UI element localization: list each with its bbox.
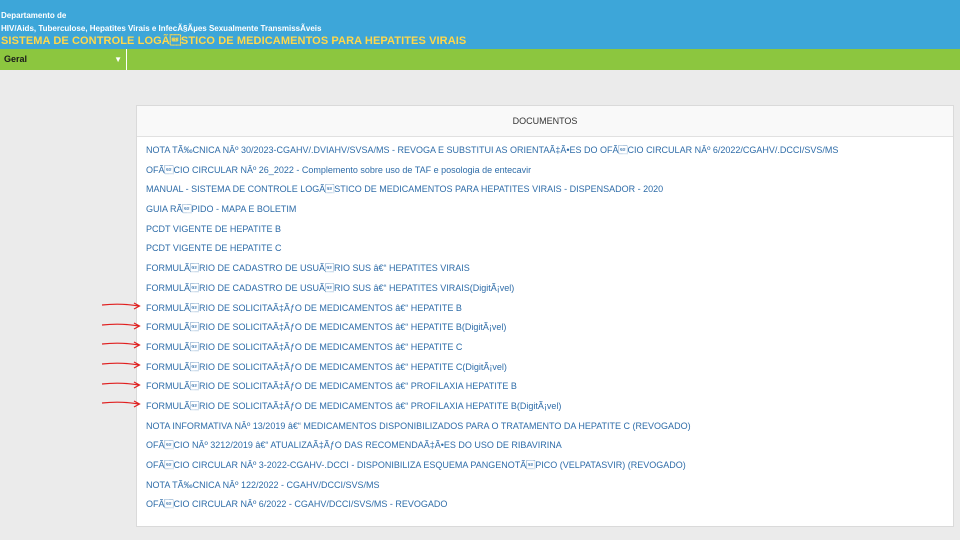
site-header: Departamento de HIV/Aids, Tuberculose, H… bbox=[0, 0, 960, 49]
document-link[interactable]: NOTA INFORMATIVA NÂº 13/2019 â€“ MEDICAM… bbox=[146, 421, 838, 441]
red-arrow-icon bbox=[101, 322, 141, 330]
document-link[interactable]: OFÃ CIO CIRCULAR NÂº 6/2022 - CGAHV/DCCI… bbox=[146, 499, 838, 519]
menu-select-label: Geral bbox=[4, 54, 28, 64]
document-link[interactable]: FORMULÃ RIO DE SOLICITAÃ‡ÃƒO DE MEDICAME… bbox=[146, 401, 838, 421]
document-link[interactable]: FORMULÃ RIO DE SOLICITAÃ‡ÃƒO DE MEDICAME… bbox=[146, 362, 838, 382]
documents-list: NOTA TÃ‰CNICA NÂº 30/2023-CGAHV/.DVIAHV/… bbox=[146, 145, 838, 519]
menu-bar: Geral ▼ bbox=[0, 49, 960, 70]
document-link[interactable]: FORMULÃ RIO DE SOLICITAÃ‡ÃƒO DE MEDICAME… bbox=[146, 381, 838, 401]
red-arrow-icon bbox=[101, 302, 141, 310]
panel-title: DOCUMENTOS bbox=[137, 106, 953, 137]
document-link[interactable]: PCDT VIGENTE DE HEPATITE C bbox=[146, 243, 838, 263]
document-link[interactable]: NOTA TÃ‰CNICA NÂº 122/2022 - CGAHV/DCCI/… bbox=[146, 480, 838, 500]
red-arrow-icon bbox=[101, 361, 141, 369]
department-line-1: Departamento de bbox=[1, 11, 67, 20]
document-link[interactable]: FORMULÃ RIO DE SOLICITAÃ‡ÃƒO DE MEDICAME… bbox=[146, 322, 838, 342]
red-arrow-icon bbox=[101, 400, 141, 408]
document-link[interactable]: OFÃ CIO CIRCULAR NÂº 3-2022-CGAHV-.DCCI … bbox=[146, 460, 838, 480]
caret-down-icon: ▼ bbox=[114, 55, 122, 64]
document-link[interactable]: OFÃ CIO NÂº 3212/2019 â€“ ATUALIZAÃ‡ÃƒO … bbox=[146, 440, 838, 460]
document-link[interactable]: MANUAL - SISTEMA DE CONTROLE LOGÃ STICO … bbox=[146, 184, 838, 204]
menu-select-geral[interactable]: Geral ▼ bbox=[0, 49, 127, 70]
document-link[interactable]: NOTA TÃ‰CNICA NÂº 30/2023-CGAHV/.DVIAHV/… bbox=[146, 145, 838, 165]
system-title: SISTEMA DE CONTROLE LOGÃ STICO DE MEDICA… bbox=[1, 35, 467, 47]
document-link[interactable]: FORMULÃ RIO DE SOLICITAÃ‡ÃƒO DE MEDICAME… bbox=[146, 303, 838, 323]
document-link[interactable]: GUIA RÃ PIDO - MAPA E BOLETIM bbox=[146, 204, 838, 224]
document-link[interactable]: FORMULÃ RIO DE SOLICITAÃ‡ÃƒO DE MEDICAME… bbox=[146, 342, 838, 362]
red-arrow-icon bbox=[101, 341, 141, 349]
document-link[interactable]: FORMULÃ RIO DE CADASTRO DE USUÃ RIO SUS … bbox=[146, 283, 838, 303]
document-link[interactable]: FORMULÃ RIO DE CADASTRO DE USUÃ RIO SUS … bbox=[146, 263, 838, 283]
department-line-2: HIV/Aids, Tuberculose, Hepatites Virais … bbox=[1, 24, 322, 33]
red-arrow-icon bbox=[101, 381, 141, 389]
document-link[interactable]: OFÃ CIO CIRCULAR NÂº 26_2022 - Complemen… bbox=[146, 165, 838, 185]
documents-panel: DOCUMENTOS NOTA TÃ‰CNICA NÂº 30/2023-CGA… bbox=[136, 105, 954, 527]
document-link[interactable]: PCDT VIGENTE DE HEPATITE B bbox=[146, 224, 838, 244]
